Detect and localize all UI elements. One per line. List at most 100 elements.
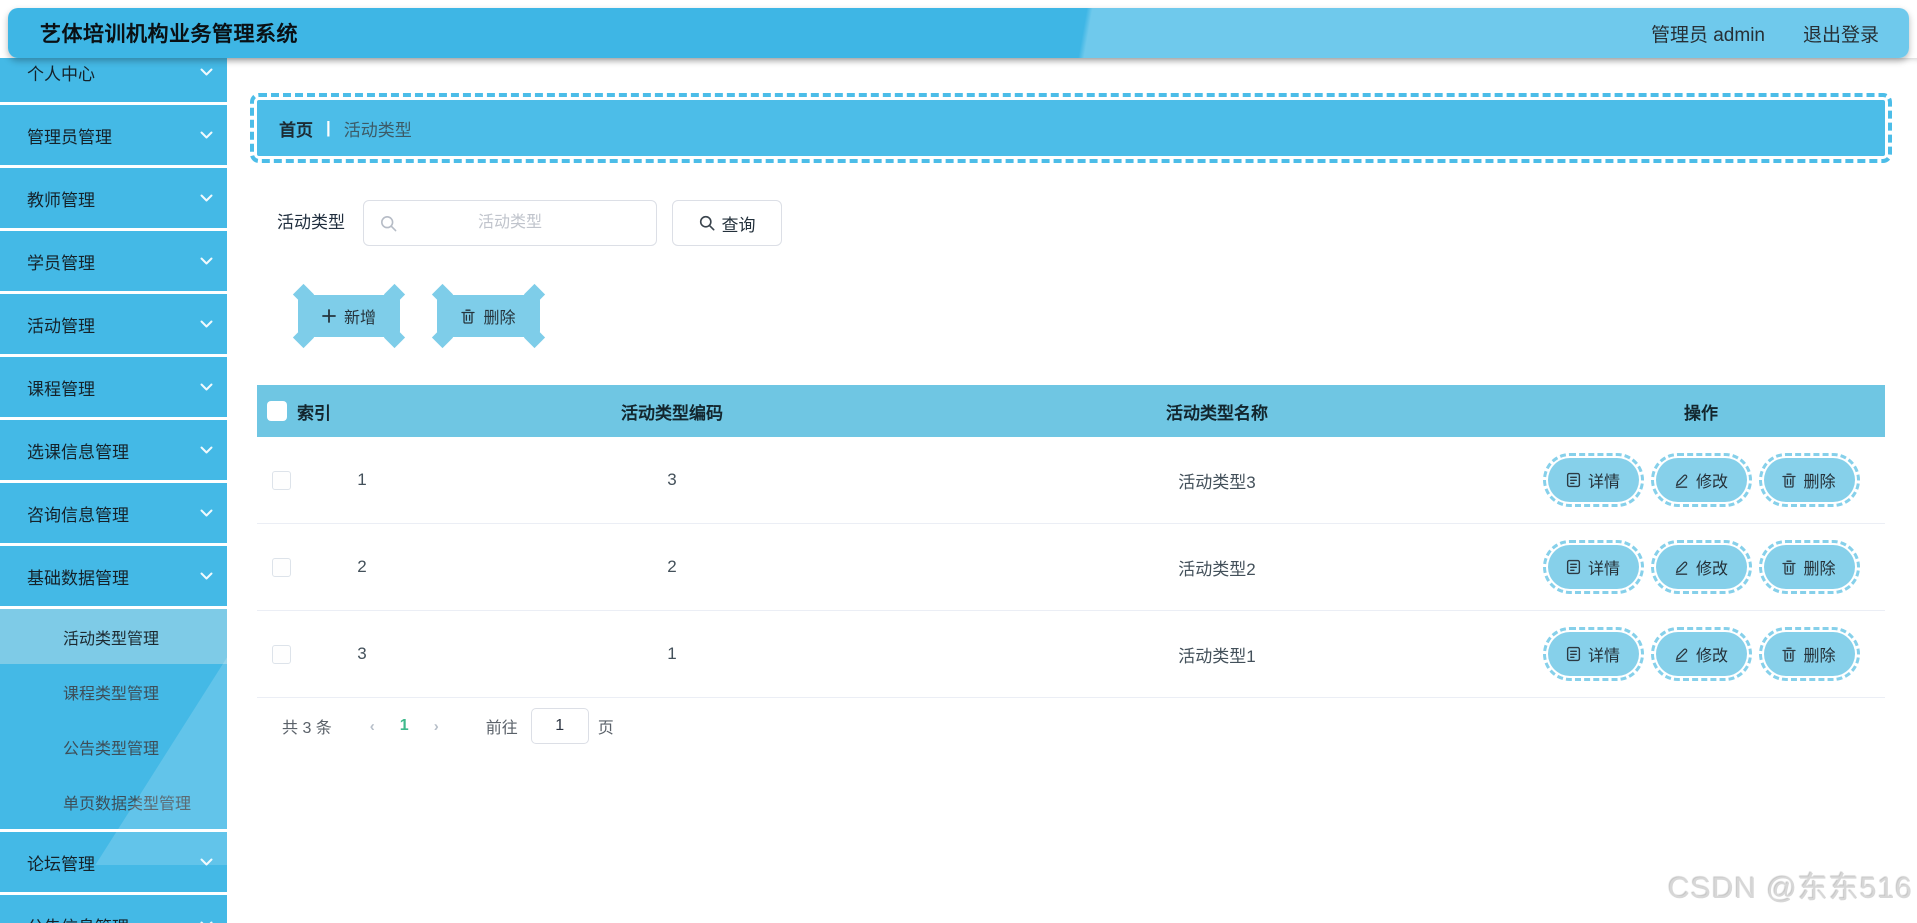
sidebar-item-personal-center[interactable]: 个人中心 xyxy=(0,58,227,102)
edit-button-label: 修改 xyxy=(1695,561,1728,578)
submenu-item-course-type-management[interactable]: 课程类型管理 xyxy=(0,664,227,719)
column-header-actions: 操作 xyxy=(1684,403,1718,423)
sidebar-item-forum-management[interactable]: 论坛管理 xyxy=(0,832,227,892)
app-header: 艺体培训机构业务管理系统 管理员 admin 退出登录 xyxy=(8,8,1909,58)
delete-button[interactable]: 删除 xyxy=(431,283,546,349)
chevron-down-icon xyxy=(200,509,213,516)
sidebar-item-label: 公告信息管理 xyxy=(27,913,129,923)
current-user-label: 管理员 admin xyxy=(1650,24,1765,46)
search-field xyxy=(363,200,657,246)
edit-button-label: 修改 xyxy=(1695,474,1728,491)
detail-button[interactable]: 详情 xyxy=(1542,627,1644,681)
pencil-icon xyxy=(1675,648,1688,662)
cell-name: 活动类型3 xyxy=(1178,472,1256,492)
trash-icon xyxy=(1782,560,1797,575)
plus-icon xyxy=(322,309,336,323)
detail-button[interactable]: 详情 xyxy=(1542,540,1644,594)
sidebar-item-student-management[interactable]: 学员管理 xyxy=(0,231,227,291)
breadcrumb-home[interactable]: 首页 xyxy=(279,116,313,141)
submenu-item-page-data-type-management[interactable]: 单页数据类型管理 xyxy=(0,774,227,829)
chevron-down-icon xyxy=(200,858,213,865)
cell-name: 活动类型2 xyxy=(1178,559,1256,579)
table-row: 2 2 活动类型2 详情 修改 删除 xyxy=(257,524,1885,611)
trash-icon xyxy=(461,309,476,324)
breadcrumb-separator: | xyxy=(326,118,331,137)
page: 艺体培训机构业务管理系统 管理员 admin 退出登录 个人中心 管理员管理 教… xyxy=(0,0,1917,923)
cell-code: 1 xyxy=(667,644,677,663)
row-checkbox[interactable] xyxy=(272,557,291,577)
table-row: 3 1 活动类型1 详情 修改 删除 xyxy=(257,611,1885,698)
sidebar-item-consultation-management[interactable]: 咨询信息管理 xyxy=(0,483,227,543)
sidebar-item-admin-management[interactable]: 管理员管理 xyxy=(0,105,227,165)
submenu-item-label: 活动类型管理 xyxy=(63,630,160,648)
search-icon xyxy=(699,215,714,231)
add-button[interactable]: 新增 xyxy=(292,283,406,349)
cell-code: 2 xyxy=(667,557,677,576)
sidebar-item-label: 管理员管理 xyxy=(27,127,112,147)
corner-spike-decoration xyxy=(523,283,546,306)
row-checkbox[interactable] xyxy=(272,644,291,664)
prev-page-button[interactable]: ‹ xyxy=(370,718,375,735)
row-delete-button[interactable]: 删除 xyxy=(1758,540,1860,594)
sidebar-item-label: 学员管理 xyxy=(27,253,95,273)
sidebar: 个人中心 管理员管理 教师管理 学员管理 活动管理 课程管理 选课信息管理 咨询… xyxy=(0,58,227,923)
sidebar-item-activity-management[interactable]: 活动管理 xyxy=(0,294,227,354)
submenu-item-label: 公告类型管理 xyxy=(63,740,160,758)
cell-index: 3 xyxy=(357,644,367,663)
chevron-down-icon xyxy=(200,320,213,327)
sidebar-item-basic-data-management[interactable]: 基础数据管理 xyxy=(0,546,227,606)
cell-index: 1 xyxy=(357,470,367,489)
chevron-down-icon xyxy=(200,383,213,390)
data-table: 索引 活动类型编码 活动类型名称 操作 1 3 活动类型3 详情 修改 删除 2… xyxy=(257,385,1885,698)
submenu-item-activity-type-management[interactable]: 活动类型管理 xyxy=(0,609,227,664)
pagination-total: 共 3 条 xyxy=(282,720,332,737)
edit-button[interactable]: 修改 xyxy=(1650,453,1752,507)
detail-button[interactable]: 详情 xyxy=(1542,453,1644,507)
sidebar-item-course-selection-management[interactable]: 选课信息管理 xyxy=(0,420,227,480)
row-delete-button-label: 删除 xyxy=(1803,474,1836,491)
chevron-down-icon xyxy=(200,446,213,453)
table-row: 1 3 活动类型3 详情 修改 删除 xyxy=(257,437,1885,524)
logout-button[interactable]: 退出登录 xyxy=(1803,20,1879,47)
watermark: CSDN @东东516 xyxy=(1668,872,1913,905)
page-unit-label: 页 xyxy=(597,720,614,737)
sidebar-item-course-management[interactable]: 课程管理 xyxy=(0,357,227,417)
row-delete-button[interactable]: 删除 xyxy=(1758,453,1860,507)
next-page-button[interactable]: › xyxy=(434,718,439,735)
page-input[interactable] xyxy=(530,708,589,744)
sidebar-item-notice-info-management[interactable]: 公告信息管理 xyxy=(0,895,227,923)
edit-button-label: 修改 xyxy=(1695,648,1728,665)
search-input[interactable] xyxy=(364,200,656,246)
row-checkbox[interactable] xyxy=(272,470,291,490)
app-title: 艺体培训机构业务管理系统 xyxy=(40,23,298,46)
page-number-current[interactable]: 1 xyxy=(400,717,409,735)
delete-button-label: 删除 xyxy=(483,310,516,327)
cell-code: 3 xyxy=(667,470,677,489)
corner-spike-decoration xyxy=(431,326,454,349)
corner-spike-decoration xyxy=(383,283,406,306)
select-all-checkbox[interactable] xyxy=(267,401,287,421)
corner-spike-decoration xyxy=(523,326,546,349)
chevron-down-icon xyxy=(200,572,213,579)
breadcrumb-current: 活动类型 xyxy=(343,120,412,140)
submenu-item-label: 课程类型管理 xyxy=(63,685,160,703)
row-delete-button[interactable]: 删除 xyxy=(1758,627,1860,681)
sidebar-item-label: 论坛管理 xyxy=(27,854,95,874)
edit-button[interactable]: 修改 xyxy=(1650,627,1752,681)
detail-button-label: 详情 xyxy=(1587,561,1620,578)
detail-button-label: 详情 xyxy=(1587,474,1620,491)
add-button-label: 新增 xyxy=(343,310,376,327)
sidebar-item-label: 活动管理 xyxy=(27,316,95,336)
row-delete-button-label: 删除 xyxy=(1803,648,1836,665)
goto-label: 前往 xyxy=(485,720,518,737)
submenu-item-label: 单页数据类型管理 xyxy=(63,795,192,813)
chevron-down-icon xyxy=(200,194,213,201)
column-header-index: 索引 xyxy=(297,403,331,423)
query-button[interactable]: 查询 xyxy=(672,200,782,246)
chevron-down-icon xyxy=(200,131,213,138)
submenu-item-notice-type-management[interactable]: 公告类型管理 xyxy=(0,719,227,774)
row-delete-button-label: 删除 xyxy=(1803,561,1836,578)
table-header-row: 索引 活动类型编码 活动类型名称 操作 xyxy=(257,385,1885,437)
edit-button[interactable]: 修改 xyxy=(1650,540,1752,594)
sidebar-item-teacher-management[interactable]: 教师管理 xyxy=(0,168,227,228)
